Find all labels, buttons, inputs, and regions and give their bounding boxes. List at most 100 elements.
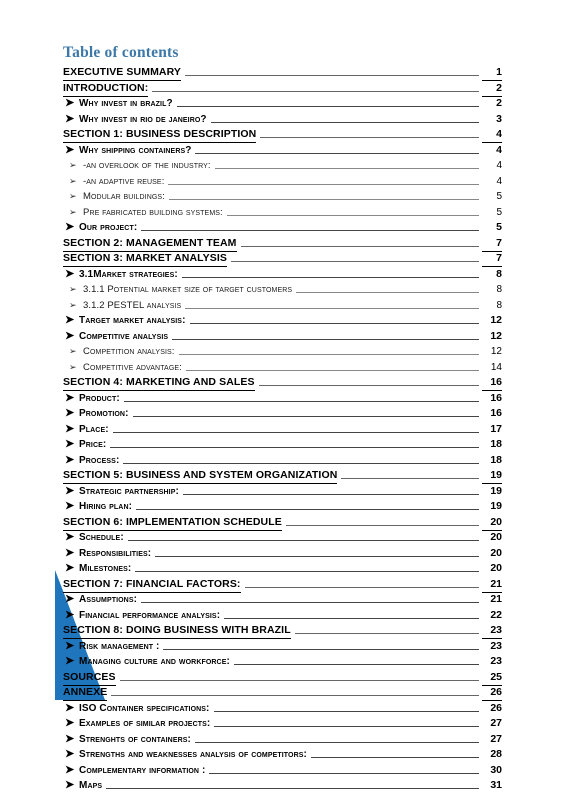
- toc-page-number: 27: [490, 717, 502, 729]
- toc-entry[interactable]: ➢ -An adaptive reuse: 4: [0, 175, 565, 191]
- toc-page-number: 21: [490, 593, 502, 605]
- toc-entry[interactable]: ➢ 3.1.1 Potential market size of target c…: [0, 283, 565, 299]
- toc-entry[interactable]: INTRODUCTION: 2: [0, 82, 565, 98]
- toc-entry[interactable]: ➤ Maps 31: [0, 779, 565, 795]
- arrow-solid-icon: ➤: [65, 112, 75, 125]
- toc-entry[interactable]: ➤ Strenghts of containers: 27: [0, 733, 565, 749]
- toc-entry[interactable]: ➤ Promotion: 16: [0, 407, 565, 423]
- toc-entry-label: Responsibilities:: [79, 547, 152, 559]
- toc-leader-line: [185, 361, 479, 371]
- toc-page-number: 16: [482, 376, 502, 391]
- toc-entry[interactable]: ➤ Product: 16: [0, 392, 565, 408]
- toc-entry[interactable]: SECTION 5: BUSINESS AND SYSTEM ORGANIZAT…: [0, 469, 565, 485]
- toc-leader-line: [172, 330, 479, 340]
- toc-entry[interactable]: ➤ Schedule: 20: [0, 531, 565, 547]
- toc-entry-label: Examples of similar projects:: [79, 718, 211, 729]
- toc-entry-label: Hiring plan:: [79, 501, 133, 512]
- toc-leader-line: [127, 531, 479, 541]
- toc-page-number: 26: [490, 701, 502, 714]
- toc-entry[interactable]: SECTION 1: BUSINESS DESCRIPTION 4: [0, 128, 565, 144]
- toc-leader-line: [194, 733, 479, 743]
- toc-entry[interactable]: ➤ Competitive analysis 12: [0, 330, 565, 346]
- toc-entry[interactable]: ➤ Examples of similar projects: 27: [0, 717, 565, 733]
- toc-entry[interactable]: ➤ Strategic partnership: 19: [0, 485, 565, 501]
- toc-entry[interactable]: ➤ Assumptions: 21: [0, 593, 565, 609]
- toc-entry[interactable]: ➢ 3.1.2 PESTEL analysis 8: [0, 299, 565, 315]
- toc-page-number: 4: [496, 175, 502, 187]
- toc-entry[interactable]: ➤ Risk management : 23: [0, 640, 565, 656]
- toc-page-number: 19: [490, 484, 502, 497]
- toc-leader-line: [244, 578, 479, 588]
- toc-entry[interactable]: SOURCES 25: [0, 671, 565, 687]
- toc-leader-line: [132, 407, 479, 417]
- toc-entry[interactable]: ➤ Price: 18: [0, 438, 565, 454]
- toc-entry-label: Strengths and weaknesses analysis of com…: [79, 749, 307, 760]
- toc-entry[interactable]: ➤ 3.1Market strategies: 8: [0, 268, 565, 284]
- toc-entry[interactable]: ➤ Hiring plan: 19: [0, 500, 565, 516]
- toc-leader-line: [168, 190, 479, 200]
- toc-page-number: 19: [490, 500, 502, 512]
- toc-entry-label: Risk management :: [79, 640, 160, 652]
- toc-entry[interactable]: ➤ Why invest in Rio de Janeiro? 3: [0, 113, 565, 129]
- arrow-solid-icon: ➤: [65, 407, 75, 419]
- toc-leader-line: [168, 175, 479, 185]
- toc-page-number: 14: [490, 361, 502, 373]
- arrow-solid-icon: ➤: [65, 453, 75, 466]
- toc-entry-label: Competitive analysis: [79, 330, 169, 342]
- toc-page-number: 2: [496, 97, 502, 109]
- toc-leader-line: [119, 671, 479, 681]
- toc-entry-label: Pre fabricated building systems:: [83, 206, 223, 218]
- toc-entry-label: SECTION 5: BUSINESS AND SYSTEM ORGANIZAT…: [63, 469, 338, 484]
- page-title: Table of contents: [63, 44, 179, 61]
- toc-leader-line: [260, 128, 479, 138]
- toc-entry-label: Process:: [79, 454, 120, 466]
- toc-leader-line: [285, 516, 479, 526]
- toc-entry[interactable]: EXECUTIVE SUMMARY 1: [0, 66, 565, 82]
- toc-leader-line: [233, 655, 479, 665]
- toc-entry[interactable]: ➢ Competitive advantage: 14: [0, 361, 565, 377]
- toc-entry[interactable]: SECTION 4: MARKETING AND SALES 16: [0, 376, 565, 392]
- toc-entry[interactable]: ➤ Place: 17: [0, 423, 565, 439]
- arrow-solid-icon: ➤: [65, 655, 75, 667]
- arrow-solid-icon: ➤: [65, 391, 75, 404]
- toc-entry[interactable]: ➤ Why shipping containers? 4: [0, 144, 565, 160]
- toc-entry[interactable]: ➤ Process: 18: [0, 454, 565, 470]
- toc-entry[interactable]: ➤ Complementary information : 30: [0, 764, 565, 780]
- toc-entry[interactable]: SECTION 7: FINANCIAL FACTORS: 21: [0, 578, 565, 594]
- toc-entry-label: Promotion:: [79, 408, 129, 419]
- toc-leader-line: [110, 438, 479, 448]
- toc-entry[interactable]: ➢ -An overlook of the industry: 4: [0, 159, 565, 175]
- toc-entry[interactable]: ➢ Pre fabricated building systems: 5: [0, 206, 565, 222]
- toc-entry-label: Strenghts of containers:: [79, 733, 191, 745]
- toc-entry-label: Price:: [79, 439, 107, 450]
- toc-page-number: 5: [496, 221, 502, 233]
- arrow-solid-icon: ➤: [65, 562, 75, 574]
- toc-entry-label: Assumptions:: [79, 594, 138, 605]
- toc-entry[interactable]: SECTION 8: DOING BUSINESS WITH BRAZIL 23: [0, 624, 565, 640]
- toc-entry[interactable]: ➤ Why invest in Brazil? 2: [0, 97, 565, 113]
- arrow-outline-icon: ➢: [69, 160, 77, 170]
- toc-entry[interactable]: SECTION 6: IMPLEMENTATION SCHEDULE 20: [0, 516, 565, 532]
- toc-page-number: 7: [482, 237, 502, 252]
- toc-entry[interactable]: ➤ Milestones: 20: [0, 562, 565, 578]
- toc-leader-line: [240, 237, 479, 247]
- toc-entry[interactable]: ➤ Financial performance analysis: 22: [0, 609, 565, 625]
- toc-entry[interactable]: ➤ Our project: 5: [0, 221, 565, 237]
- toc-entry[interactable]: ➢ Competition analysis: 12: [0, 345, 565, 361]
- toc-entry[interactable]: ➤ Target market analysis: 12: [0, 314, 565, 330]
- toc-entry-label: Maps: [79, 780, 103, 791]
- arrow-outline-icon: ➢: [69, 284, 77, 294]
- toc-entry[interactable]: SECTION 2: MANAGEMENT TEAM 7: [0, 237, 565, 253]
- arrow-solid-icon: ➤: [65, 531, 75, 543]
- toc-entry-label: Milestones:: [79, 563, 132, 574]
- toc-entry[interactable]: ➤ Managing culture and workforce: 23: [0, 655, 565, 671]
- toc-entry[interactable]: ➤ ISO Container specifications: 26: [0, 702, 565, 718]
- toc-entry[interactable]: SECTION 3: MARKET ANALYSIS 7: [0, 252, 565, 268]
- toc-entry[interactable]: ➢ Modular Buildings: 5: [0, 190, 565, 206]
- toc-entry[interactable]: ➤ Responsibilities: 20: [0, 547, 565, 563]
- toc-entry[interactable]: ➤ Strengths and weaknesses analysis of co…: [0, 748, 565, 764]
- toc-page-number: 20: [490, 531, 502, 543]
- toc-entry[interactable]: ANNEXE 26: [0, 686, 565, 702]
- toc-leader-line: [141, 221, 479, 231]
- toc-entry-label: SECTION 3: MARKET ANALYSIS: [63, 252, 228, 267]
